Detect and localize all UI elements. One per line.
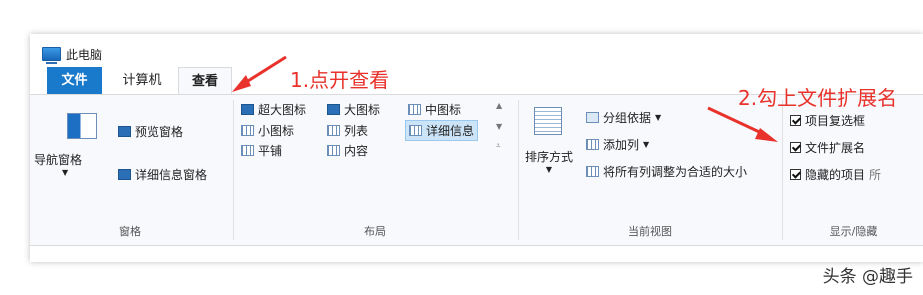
annotation-step2: 2.勾上文件扩展名 bbox=[738, 86, 898, 110]
annotation-arrow-1 bbox=[232, 55, 287, 92]
annotation-arrows bbox=[232, 55, 778, 142]
watermark: 头条 @趣手 bbox=[822, 267, 913, 287]
annotation-arrow-2 bbox=[707, 106, 778, 142]
annotation-step1: 1.点开查看 bbox=[290, 68, 390, 92]
